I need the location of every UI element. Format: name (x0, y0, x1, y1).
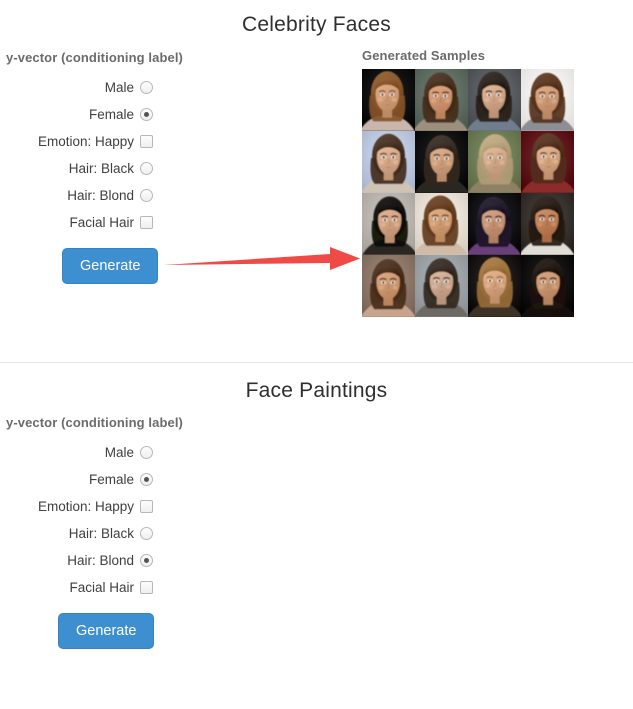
samples-legend: Generated Samples (362, 48, 486, 63)
sample-image (415, 69, 468, 131)
sample-image (521, 255, 574, 317)
control-label: Male (104, 80, 134, 95)
control-row[interactable]: Emotion: Happy (0, 493, 210, 520)
control-label: Female (88, 472, 134, 487)
checkbox-facial-hair[interactable] (140, 216, 153, 229)
sample-image (521, 131, 574, 193)
panel-celebrity-faces: Celebrity Faces y-vector (conditioning l… (0, 0, 633, 362)
control-label: Hair: Blond (67, 553, 134, 568)
sample-image (468, 69, 521, 131)
control-label: Hair: Blond (67, 188, 134, 203)
control-label: Male (104, 445, 134, 460)
sample-image (521, 193, 574, 255)
checkbox-emotion-happy[interactable] (140, 135, 153, 148)
radio-hair-blond[interactable] (140, 554, 153, 567)
sample-image (415, 131, 468, 193)
control-label: Hair: Black (68, 161, 134, 176)
radio-female[interactable] (140, 108, 153, 121)
sample-image (362, 69, 415, 131)
control-row[interactable]: Hair: Black (0, 155, 210, 182)
sample-image (362, 131, 415, 193)
sample-image (415, 255, 468, 317)
radio-male[interactable] (140, 81, 153, 94)
radio-hair-black[interactable] (140, 162, 153, 175)
checkbox-facial-hair[interactable] (140, 581, 153, 594)
control-row[interactable]: Female (0, 101, 210, 128)
control-list: Male Female Emotion: Happy Hair: Black Hair:… (0, 74, 210, 236)
radio-hair-blond[interactable] (140, 189, 153, 202)
sample-image (468, 255, 521, 317)
control-label: Facial Hair (69, 215, 134, 230)
generate-button[interactable]: Generate (58, 613, 155, 650)
control-label: Facial Hair (69, 580, 134, 595)
sample-image-grid[interactable] (362, 69, 574, 317)
control-row[interactable]: Hair: Black (0, 520, 210, 547)
form-legend: y-vector (conditioning label) (6, 50, 183, 65)
sample-image (468, 131, 521, 193)
control-row[interactable]: Facial Hair (0, 574, 210, 601)
control-label: Hair: Black (68, 526, 134, 541)
control-row[interactable]: Emotion: Happy (0, 128, 210, 155)
radio-hair-black[interactable] (140, 527, 153, 540)
sample-image (415, 193, 468, 255)
sample-image (362, 255, 415, 317)
sample-image (521, 69, 574, 131)
radio-male[interactable] (140, 446, 153, 459)
control-row[interactable]: Female (0, 466, 210, 493)
generated-samples-celebrity: Generated Samples (362, 48, 574, 317)
control-row[interactable]: Male (0, 439, 210, 466)
form-legend: y-vector (conditioning label) (6, 415, 183, 430)
panel-face-paintings: Face Paintings y-vector (conditioning la… (0, 363, 633, 709)
control-row[interactable]: Hair: Blond (0, 182, 210, 209)
radio-female[interactable] (140, 473, 153, 486)
page-title: Celebrity Faces (242, 13, 391, 36)
control-list: Male Female Emotion: Happy Hair: Black Hair:… (0, 439, 210, 601)
page-title: Face Paintings (245, 379, 388, 402)
control-label: Emotion: Happy (37, 134, 134, 149)
control-label: Emotion: Happy (37, 499, 134, 514)
conditioning-form-celebrity: y-vector (conditioning label) Male Female… (0, 50, 210, 285)
conditioning-form-paintings: y-vector (conditioning label) Male Female… (0, 415, 210, 650)
control-row[interactable]: Facial Hair (0, 209, 210, 236)
control-label: Female (88, 107, 134, 122)
sample-image (362, 193, 415, 255)
sample-image (468, 193, 521, 255)
control-row[interactable]: Hair: Blond (0, 547, 210, 574)
control-row[interactable]: Male (0, 74, 210, 101)
checkbox-emotion-happy[interactable] (140, 500, 153, 513)
generate-button[interactable]: Generate (62, 248, 159, 285)
